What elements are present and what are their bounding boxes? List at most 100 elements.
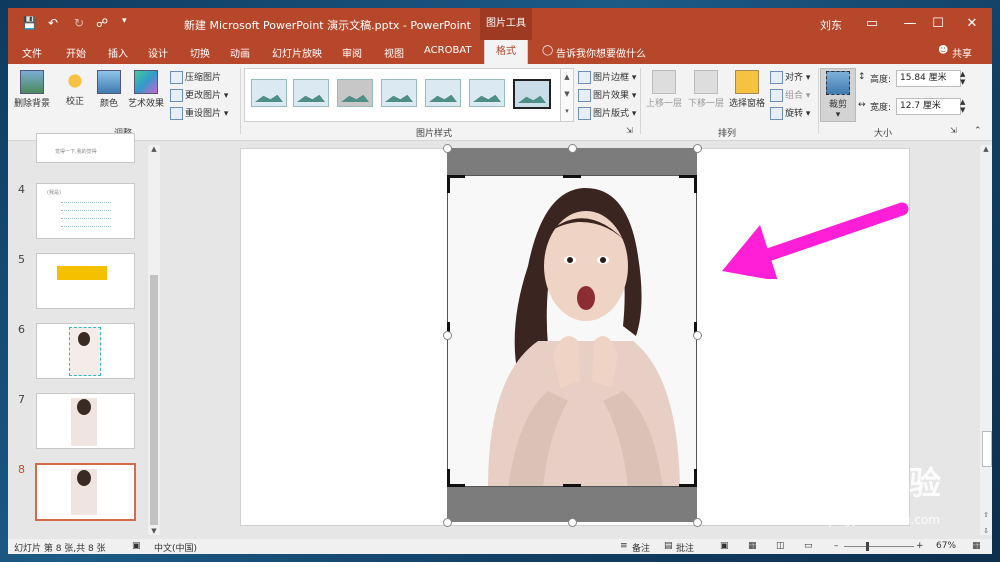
artistic-effects-button[interactable]: 艺术效果 (126, 70, 166, 109)
corrections-button[interactable]: 校正 (60, 70, 90, 107)
scrollbar-thumb[interactable] (982, 431, 992, 467)
thumbnail-scrollbar[interactable]: ▲ ▼ (148, 145, 160, 535)
scroll-up-icon[interactable]: ▲ (980, 145, 992, 153)
remove-background-button[interactable]: 删除背景 (12, 70, 52, 109)
slide-thumbnail-4[interactable]: (我是) (36, 183, 135, 239)
bring-forward-button[interactable]: 上移一层 (644, 70, 684, 109)
resize-handle[interactable] (568, 518, 577, 527)
width-spinner[interactable]: ▲ ▼ (960, 98, 965, 114)
width-field[interactable]: 12.7 厘米 (896, 98, 961, 115)
tab-file[interactable]: 文件 (22, 45, 42, 60)
dialog-launcher-icon[interactable]: ⇲ (626, 126, 633, 135)
resize-handle[interactable] (693, 144, 702, 153)
tab-insert[interactable]: 插入 (108, 45, 128, 60)
resize-handle[interactable] (693, 518, 702, 527)
scrollbar-thumb[interactable] (150, 275, 158, 525)
tab-review[interactable]: 审阅 (342, 45, 362, 60)
picture-layout-button[interactable]: 图片版式 ▾ (578, 106, 636, 120)
slide-thumbnail-6[interactable] (36, 323, 135, 379)
reading-view-icon[interactable]: ◫ (776, 541, 785, 551)
slide-thumbnail-5[interactable] (36, 253, 135, 309)
tab-transitions[interactable]: 切换 (190, 45, 210, 60)
size-dialog-launcher-icon[interactable]: ⇲ (950, 126, 957, 135)
tell-me-search[interactable]: 告诉我你想要做什么 (556, 45, 646, 60)
picture-border-button[interactable]: 图片边框 ▾ (578, 70, 636, 84)
height-field[interactable]: 15.84 厘米 (896, 70, 961, 87)
send-backward-button[interactable]: 下移一层 (686, 70, 726, 109)
tab-format[interactable]: 格式 (484, 40, 528, 64)
crop-handle[interactable] (563, 175, 581, 178)
share-button[interactable]: 共享 (952, 45, 972, 60)
resize-handle[interactable] (443, 144, 452, 153)
tab-animations[interactable]: 动画 (230, 45, 250, 60)
zoom-in-icon[interactable]: + (916, 541, 924, 551)
tab-slideshow[interactable]: 幻灯片放映 (272, 45, 322, 60)
scroll-up-icon[interactable]: ▲ (148, 145, 160, 153)
gallery-scroll[interactable]: ▲ ▼ ▾ (560, 68, 574, 122)
crop-handle[interactable] (447, 469, 450, 487)
close-button[interactable]: ✕ (954, 12, 990, 36)
picture-style-option[interactable] (251, 79, 287, 107)
picture-style-option[interactable] (337, 79, 373, 107)
picture-style-option-selected[interactable] (513, 79, 551, 109)
picture[interactable] (447, 175, 697, 487)
next-slide-icon[interactable]: ⇩ (980, 527, 992, 535)
resize-handle[interactable] (568, 144, 577, 153)
previous-slide-icon[interactable]: ⇧ (980, 511, 992, 519)
picture-crop-frame[interactable] (443, 144, 702, 527)
crop-button[interactable]: 裁剪 ▾ (820, 68, 856, 122)
selection-pane-button[interactable]: 选择窗格 (726, 70, 768, 109)
zoom-level[interactable]: 67% (936, 541, 956, 551)
crop-handle[interactable] (563, 484, 581, 487)
zoom-slider-track[interactable] (844, 546, 914, 547)
tab-home[interactable]: 开始 (66, 45, 86, 60)
user-name[interactable]: 刘东 (820, 17, 842, 33)
ribbon-display-icon[interactable]: ▭ (854, 12, 890, 36)
group-button[interactable]: 组合 ▾ (770, 88, 810, 102)
zoom-out-icon[interactable]: – (834, 541, 839, 551)
spellcheck-icon[interactable]: ▣ (132, 541, 141, 551)
resize-handle[interactable] (443, 518, 452, 527)
slide-thumbnail-3[interactable]: 觉得一下,我的觉得 (36, 133, 135, 163)
resize-handle[interactable] (443, 331, 452, 340)
normal-view-icon[interactable]: ▣ (720, 541, 729, 551)
rotate-button[interactable]: 旋转 ▾ (770, 106, 810, 120)
redo-icon[interactable]: ↻ (74, 16, 84, 30)
comments-button[interactable]: 批注 (676, 541, 694, 554)
tab-view[interactable]: 视图 (384, 45, 404, 60)
picture-style-option[interactable] (425, 79, 461, 107)
change-picture-button[interactable]: 更改图片 ▾ (170, 88, 228, 102)
save-icon[interactable]: 💾 (22, 16, 37, 30)
slide-thumbnail-7[interactable] (36, 393, 135, 449)
picture-style-option[interactable] (293, 79, 329, 107)
crop-handle[interactable] (447, 175, 450, 193)
tab-acrobat[interactable]: ACROBAT (424, 45, 472, 56)
picture-style-option[interactable] (381, 79, 417, 107)
crop-handle[interactable] (694, 175, 697, 193)
color-button[interactable]: 颜色 (94, 70, 124, 109)
reset-picture-button[interactable]: 重设图片 ▾ (170, 106, 228, 120)
picture-style-option[interactable] (469, 79, 505, 107)
language-status[interactable]: 中文(中国) (154, 541, 197, 554)
share-icon[interactable]: ☻ (938, 45, 948, 56)
maximize-button[interactable]: ☐ (920, 12, 956, 36)
resize-handle[interactable] (693, 331, 702, 340)
collapse-ribbon-icon[interactable]: ⌃ (974, 126, 982, 136)
slide-thumbnail-8[interactable] (35, 463, 136, 521)
present-icon[interactable]: ☍ (96, 16, 108, 30)
customize-quick-access-icon[interactable]: ▾ (122, 16, 127, 26)
scroll-down-icon[interactable]: ▼ (148, 527, 160, 535)
slide-sorter-icon[interactable]: ▦ (748, 541, 757, 551)
notes-button[interactable]: 备注 (632, 541, 650, 554)
picture-effects-button[interactable]: 图片效果 ▾ (578, 88, 636, 102)
crop-handle[interactable] (694, 469, 697, 487)
editor-scrollbar[interactable]: ▲ ⇧ ⇩ (980, 145, 992, 535)
undo-icon[interactable]: ↶ (48, 16, 58, 30)
height-spinner[interactable]: ▲ ▼ (960, 70, 965, 86)
fit-to-window-icon[interactable]: ▦ (972, 541, 981, 551)
slideshow-icon[interactable]: ▭ (804, 541, 813, 551)
zoom-slider-thumb[interactable] (866, 542, 869, 551)
compress-pictures-button[interactable]: 压缩图片 (170, 70, 221, 84)
align-button[interactable]: 对齐 ▾ (770, 70, 810, 84)
tab-design[interactable]: 设计 (148, 45, 168, 60)
